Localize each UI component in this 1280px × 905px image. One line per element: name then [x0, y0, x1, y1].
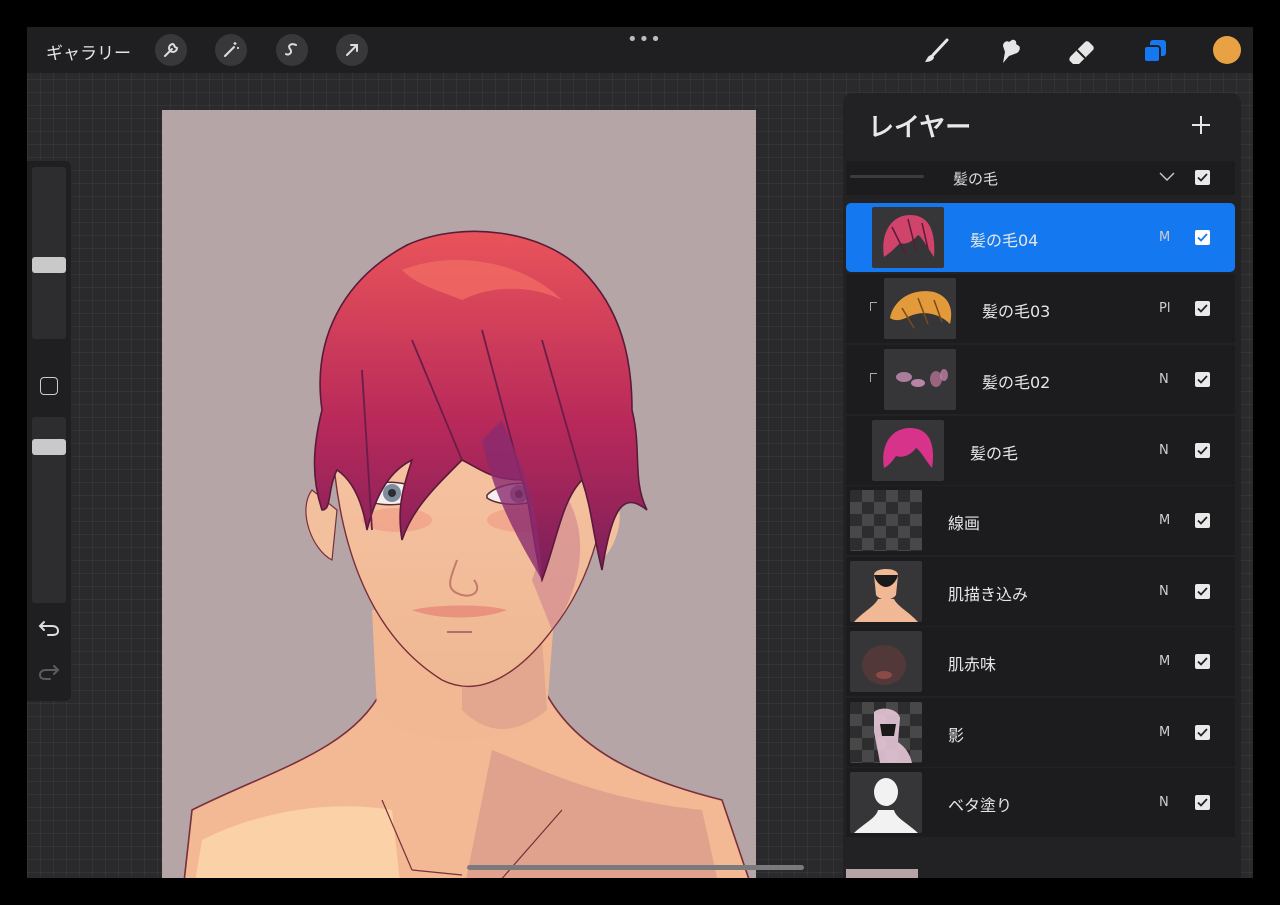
layers-tool-button[interactable]: [1139, 35, 1171, 67]
layer-name: 髪の毛03: [982, 302, 1051, 321]
blend-mode-label[interactable]: N: [1159, 443, 1169, 458]
layer-thumbnail: [850, 702, 922, 763]
transform-button[interactable]: [336, 34, 368, 66]
wrench-icon: [164, 42, 179, 57]
layer-thumbnail: [872, 420, 944, 481]
clipping-mask-icon: [870, 302, 877, 311]
layer-thumbnail: [850, 561, 922, 622]
selection-button[interactable]: [276, 34, 308, 66]
color-picker-button[interactable]: [1213, 36, 1241, 64]
layer-visibility-checkbox[interactable]: [1195, 372, 1210, 387]
checkmark-icon: [1197, 728, 1208, 737]
layer-thumbnail: [884, 349, 956, 410]
checkmark-icon: [1197, 173, 1208, 182]
layer-visibility-checkbox[interactable]: [1195, 513, 1210, 528]
layer-row-hair-03[interactable]: 髪の毛03 Pl: [846, 274, 1235, 343]
eraser-icon: [1069, 41, 1094, 64]
undo-button[interactable]: [36, 617, 62, 639]
portrait-artwork: [183, 230, 750, 878]
checkmark-icon: [1197, 516, 1208, 525]
layer-thumbnail-partial: [846, 869, 918, 878]
brush-size-slider-thumb[interactable]: [32, 257, 66, 274]
layers-panel: レイヤー 髪の毛 髪の毛04 M 髪の毛03 Pl 髪の毛02 N 髪の毛 N …: [843, 93, 1241, 878]
blend-mode-label[interactable]: M: [1159, 230, 1170, 245]
selection-s-icon: [285, 43, 297, 56]
layer-row-hair-02[interactable]: 髪の毛02 N: [846, 345, 1235, 414]
redo-icon: [38, 665, 60, 680]
drawing-canvas[interactable]: [162, 110, 756, 878]
blend-mode-label[interactable]: M: [1159, 513, 1170, 528]
layer-row-shadow[interactable]: 影 M: [846, 698, 1235, 767]
layer-name: 髪の毛04: [970, 231, 1039, 250]
layers-icon: [1143, 40, 1166, 63]
opacity-slider-thumb[interactable]: [32, 438, 66, 455]
brush-size-slider[interactable]: [32, 167, 66, 339]
layer-thumbnail: [850, 631, 922, 692]
group-visibility-checkbox[interactable]: [1195, 170, 1210, 185]
blend-mode-label[interactable]: N: [1159, 372, 1169, 387]
layer-visibility-checkbox[interactable]: [1195, 301, 1210, 316]
layer-visibility-checkbox[interactable]: [1195, 443, 1210, 458]
blend-mode-label[interactable]: N: [1159, 584, 1169, 599]
layer-group-name: 髪の毛: [953, 170, 999, 188]
smudge-icon: [1003, 39, 1020, 63]
add-layer-plus-icon[interactable]: [1189, 113, 1213, 137]
group-thumbnail: [850, 175, 924, 178]
checkmark-icon: [1197, 657, 1208, 666]
layer-name: 髪の毛02: [982, 373, 1051, 392]
layer-row-hair-04[interactable]: 髪の毛04 M: [846, 203, 1235, 272]
magic-wand-icon: [224, 42, 239, 57]
more-options-button[interactable]: •••: [627, 29, 662, 50]
blend-mode-label[interactable]: M: [1159, 654, 1170, 669]
transform-arrow-icon: [346, 44, 358, 56]
chevron-down-icon[interactable]: [1158, 170, 1176, 184]
smudge-tool-button[interactable]: [994, 35, 1026, 67]
layer-visibility-checkbox[interactable]: [1195, 725, 1210, 740]
layer-name: ベタ塗り: [948, 796, 1013, 815]
layer-row-skin-detail[interactable]: 肌描き込み N: [846, 557, 1235, 626]
checkmark-icon: [1197, 446, 1208, 455]
layer-visibility-checkbox[interactable]: [1195, 230, 1210, 245]
layer-thumbnail: [884, 278, 956, 339]
checkmark-icon: [1197, 798, 1208, 807]
blend-mode-label[interactable]: M: [1159, 725, 1170, 740]
undo-icon: [38, 621, 60, 636]
layer-thumbnail: [850, 772, 922, 833]
layer-group-row[interactable]: 髪の毛: [846, 161, 1235, 195]
checkmark-icon: [1197, 304, 1208, 313]
layer-visibility-checkbox[interactable]: [1195, 654, 1210, 669]
actions-wrench-button[interactable]: [155, 34, 187, 66]
top-toolbar: ギャラリー •••: [27, 27, 1253, 73]
layer-row-base-fill[interactable]: ベタ塗り N: [846, 768, 1235, 837]
layer-visibility-checkbox[interactable]: [1195, 584, 1210, 599]
home-indicator[interactable]: [467, 865, 804, 870]
checkmark-icon: [1197, 233, 1208, 242]
gallery-button[interactable]: ギャラリー: [46, 39, 131, 64]
brush-icon: [925, 38, 949, 62]
layer-row-hair[interactable]: 髪の毛 N: [846, 416, 1235, 485]
layer-name: 肌描き込み: [948, 585, 1029, 604]
brush-tool-button[interactable]: [920, 35, 952, 67]
layer-row-skin-redness[interactable]: 肌赤味 M: [846, 627, 1235, 696]
layer-thumbnail: [850, 490, 922, 551]
checkmark-icon: [1197, 375, 1208, 384]
blend-mode-label[interactable]: Pl: [1159, 301, 1170, 316]
layer-name: 髪の毛: [970, 444, 1019, 463]
clipping-mask-icon: [870, 373, 877, 382]
layer-name: 肌赤味: [948, 655, 997, 674]
eraser-tool-button[interactable]: [1066, 35, 1098, 67]
blend-mode-label[interactable]: N: [1159, 795, 1169, 810]
checkmark-icon: [1197, 587, 1208, 596]
layer-thumbnail: [872, 207, 944, 268]
adjustments-button[interactable]: [215, 34, 247, 66]
layer-name: 影: [948, 726, 965, 745]
procreate-screen: ギャラリー ••• レイヤー 髪の毛 髪の毛04 M 髪の毛03 Pl 髪の毛0…: [27, 27, 1253, 878]
modify-button[interactable]: [40, 377, 58, 395]
redo-button[interactable]: [36, 661, 62, 683]
layers-panel-title: レイヤー: [868, 113, 972, 143]
layer-row-lineart[interactable]: 線画 M: [846, 486, 1235, 555]
left-sidebar: [27, 161, 71, 701]
layer-name: 線画: [948, 514, 981, 533]
layer-visibility-checkbox[interactable]: [1195, 795, 1210, 810]
